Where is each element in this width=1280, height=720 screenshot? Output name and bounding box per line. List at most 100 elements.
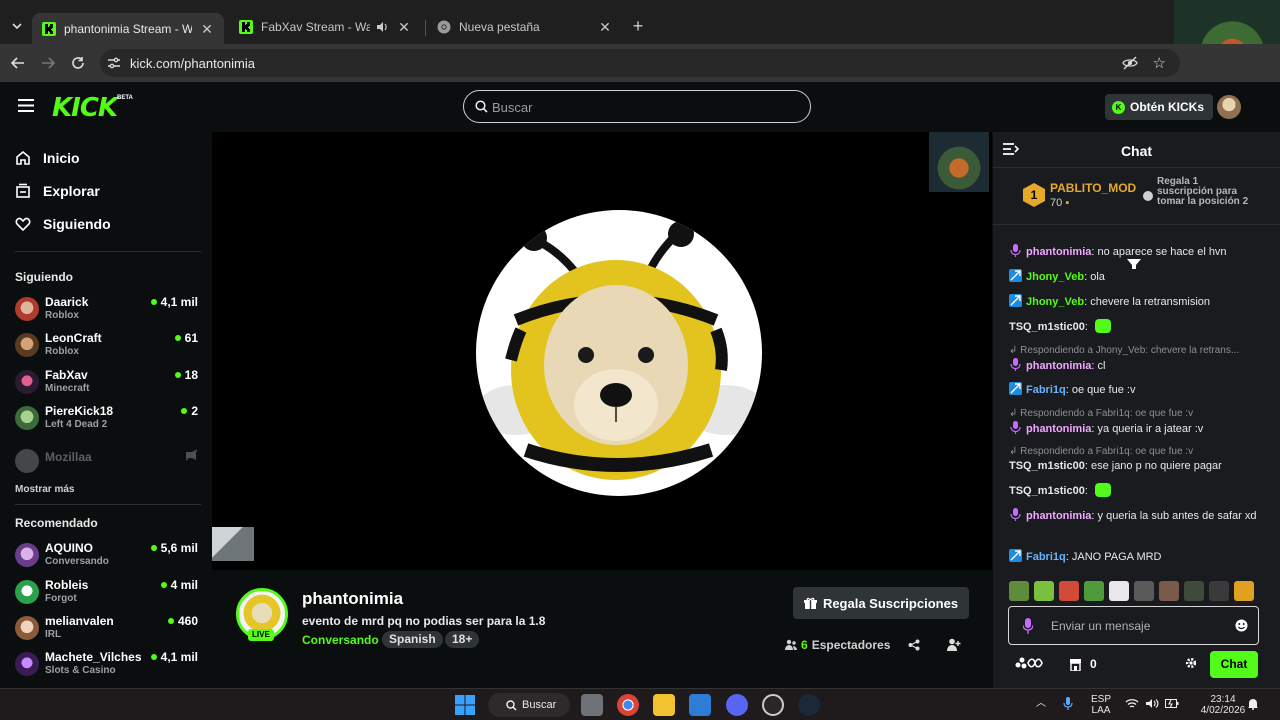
emote-icon[interactable] xyxy=(1059,581,1079,601)
channel-item-pierekick18[interactable]: PiereKick18 Left 4 Dead 2 2 xyxy=(15,404,201,436)
emote-icon[interactable] xyxy=(1109,581,1129,601)
microphone-icon[interactable] xyxy=(1063,697,1073,711)
mic-badge-icon xyxy=(1009,421,1022,434)
channel-item-mozillaa[interactable]: Mozillaa xyxy=(15,447,201,479)
clock[interactable]: 23:14 4/02/2026 xyxy=(1198,694,1248,716)
tab-phantonimia[interactable]: phantonimia Stream - Watch Live ✕ xyxy=(32,13,224,44)
volume-icon[interactable] xyxy=(1145,698,1159,709)
user-avatar[interactable] xyxy=(1217,95,1241,119)
channel-category: Left 4 Dead 2 xyxy=(45,419,108,430)
search-input[interactable]: Buscar xyxy=(463,90,811,123)
reply-context[interactable]: ↲ Respondiendo a Jhony_Veb: chevere la r… xyxy=(1009,345,1239,356)
gift-subs-button[interactable]: Regala Suscripciones xyxy=(793,587,969,619)
channel-item-robleis[interactable]: Robleis Forgot 4 mil xyxy=(15,578,201,610)
chat-username[interactable]: Fabri1q xyxy=(1026,551,1066,563)
emote-icon[interactable] xyxy=(1034,581,1054,601)
chat-username[interactable]: TSQ_m1stic00 xyxy=(1009,321,1085,333)
emote-icon[interactable] xyxy=(1234,581,1254,601)
tag-chip[interactable]: 18+ xyxy=(445,631,480,648)
chat-send-button[interactable]: Chat xyxy=(1210,651,1258,678)
kick-logo[interactable]: KICK xyxy=(52,93,118,123)
get-kicks-button[interactable]: K Obtén KICKs xyxy=(1105,94,1214,120)
rank-badge: 1 xyxy=(1023,183,1045,207)
tab-close-icon[interactable]: ✕ xyxy=(397,20,411,34)
chat-text: oe que fue :v xyxy=(1071,384,1136,396)
chat-text: JANO PAGA MRD xyxy=(1071,551,1162,563)
chat-username[interactable]: phantonimia xyxy=(1026,360,1091,372)
share-icon[interactable] xyxy=(908,639,920,651)
emote-icon[interactable] xyxy=(1009,581,1029,601)
channel-item-leoncraft[interactable]: LeonCraft Roblox 61 xyxy=(15,331,201,363)
emote-menu-button[interactable] xyxy=(1015,657,1043,669)
stream-category-link[interactable]: Conversando xyxy=(302,633,379,647)
tab-search-button[interactable] xyxy=(6,15,28,37)
tag-chip[interactable]: Spanish xyxy=(382,631,443,648)
video-player[interactable] xyxy=(212,132,992,570)
channel-points[interactable]: 0 xyxy=(1069,657,1097,671)
reply-context[interactable]: ↲ Respondiendo a Fabri1q: oe que fue :v xyxy=(1009,408,1193,419)
sidebar-item-browse[interactable]: Explorar xyxy=(15,183,100,199)
emote-icon[interactable] xyxy=(1209,581,1229,601)
home-icon xyxy=(15,150,31,166)
wifi-icon[interactable] xyxy=(1125,698,1139,709)
avatar xyxy=(15,406,39,430)
emote-icon[interactable] xyxy=(1134,581,1154,601)
show-more-link[interactable]: Mostrar más xyxy=(15,484,74,495)
channel-name[interactable]: phantonimia xyxy=(302,589,403,609)
chat-username[interactable]: Jhony_Veb xyxy=(1026,296,1084,308)
steam-icon[interactable] xyxy=(798,694,820,716)
tab-close-icon[interactable]: ✕ xyxy=(200,22,214,36)
obs-icon[interactable] xyxy=(762,694,784,716)
chat-username[interactable]: phantonimia xyxy=(1026,510,1091,522)
site-info-icon[interactable] xyxy=(106,55,122,71)
sidebar-item-following[interactable]: Siguiendo xyxy=(15,216,111,232)
reply-context[interactable]: ↲ Respondiendo a Fabri1q: oe que fue :v xyxy=(1009,446,1193,457)
address-bar[interactable]: kick.com/phantonimia ☆ xyxy=(100,49,1180,77)
emote-icon[interactable] xyxy=(1084,581,1104,601)
chat-username[interactable]: TSQ_m1stic00 xyxy=(1009,485,1085,497)
hamburger-menu-icon[interactable] xyxy=(18,99,34,112)
channel-item-fabxav[interactable]: FabXav Minecraft 18 xyxy=(15,368,201,400)
file-explorer-icon[interactable] xyxy=(653,694,675,716)
battery-icon[interactable] xyxy=(1165,698,1179,709)
new-tab-plus-icon[interactable]: + xyxy=(628,16,648,36)
chat-username[interactable]: phantonimia xyxy=(1026,423,1091,435)
follow-user-icon[interactable] xyxy=(947,638,961,651)
channel-item-aquino[interactable]: AQUINO Conversando 5,6 mil xyxy=(15,541,201,573)
tray-overflow-icon[interactable]: ︿ xyxy=(1036,698,1046,709)
bookmark-star-icon[interactable]: ☆ xyxy=(1153,54,1166,72)
filter-icon[interactable] xyxy=(1127,259,1141,269)
emote-icon[interactable] xyxy=(1184,581,1204,601)
chat-username[interactable]: Jhony_Veb xyxy=(1026,271,1084,283)
windows-start-icon[interactable] xyxy=(454,694,476,716)
eye-off-icon[interactable] xyxy=(1122,55,1138,71)
chrome-icon[interactable] xyxy=(617,694,639,716)
back-arrow-icon[interactable] xyxy=(8,53,28,73)
discord-icon[interactable] xyxy=(726,694,748,716)
chat-input[interactable]: Enviar un mensaje xyxy=(1008,606,1259,645)
chat-username[interactable]: phantonimia xyxy=(1026,246,1091,258)
sidebar-item-home[interactable]: Inicio xyxy=(15,150,80,166)
tab-fabxav[interactable]: FabXav Stream - Watch Live ✕ xyxy=(229,13,421,41)
leaderboard-points: 70 ▪ xyxy=(1050,197,1070,209)
task-view-icon[interactable] xyxy=(581,694,603,716)
chat-settings-gear-icon[interactable] xyxy=(1185,657,1197,669)
emote-icon[interactable] xyxy=(1159,581,1179,601)
input-language[interactable]: ESP LAA xyxy=(1091,694,1111,716)
channel-item-daarick[interactable]: Daarick Roblox 4,1 mil xyxy=(15,295,201,327)
leaderboard-user[interactable]: PABLITO_MOD xyxy=(1050,181,1136,195)
chat-username[interactable]: TSQ_m1stic00 xyxy=(1009,460,1085,472)
kick-icon xyxy=(42,21,56,36)
tab-new-tab[interactable]: Nueva pestaña ✕ xyxy=(427,13,622,41)
taskbar-search[interactable]: Buscar xyxy=(488,693,570,717)
notifications-icon[interactable] xyxy=(1247,698,1259,710)
forward-arrow-icon[interactable] xyxy=(38,53,58,73)
channel-item-melianvalen[interactable]: melianvalen IRL 460 xyxy=(15,614,201,646)
chat-username[interactable]: Fabri1q xyxy=(1026,384,1066,396)
tab-close-icon[interactable]: ✕ xyxy=(598,20,612,34)
channel-item-machete-vilches[interactable]: Machete_Vilches Slots & Casino 4,1 mil xyxy=(15,650,201,682)
emoji-picker-icon[interactable] xyxy=(1235,619,1248,632)
reload-icon[interactable] xyxy=(68,53,88,73)
speaker-icon[interactable] xyxy=(376,21,389,33)
store-icon[interactable] xyxy=(689,694,711,716)
